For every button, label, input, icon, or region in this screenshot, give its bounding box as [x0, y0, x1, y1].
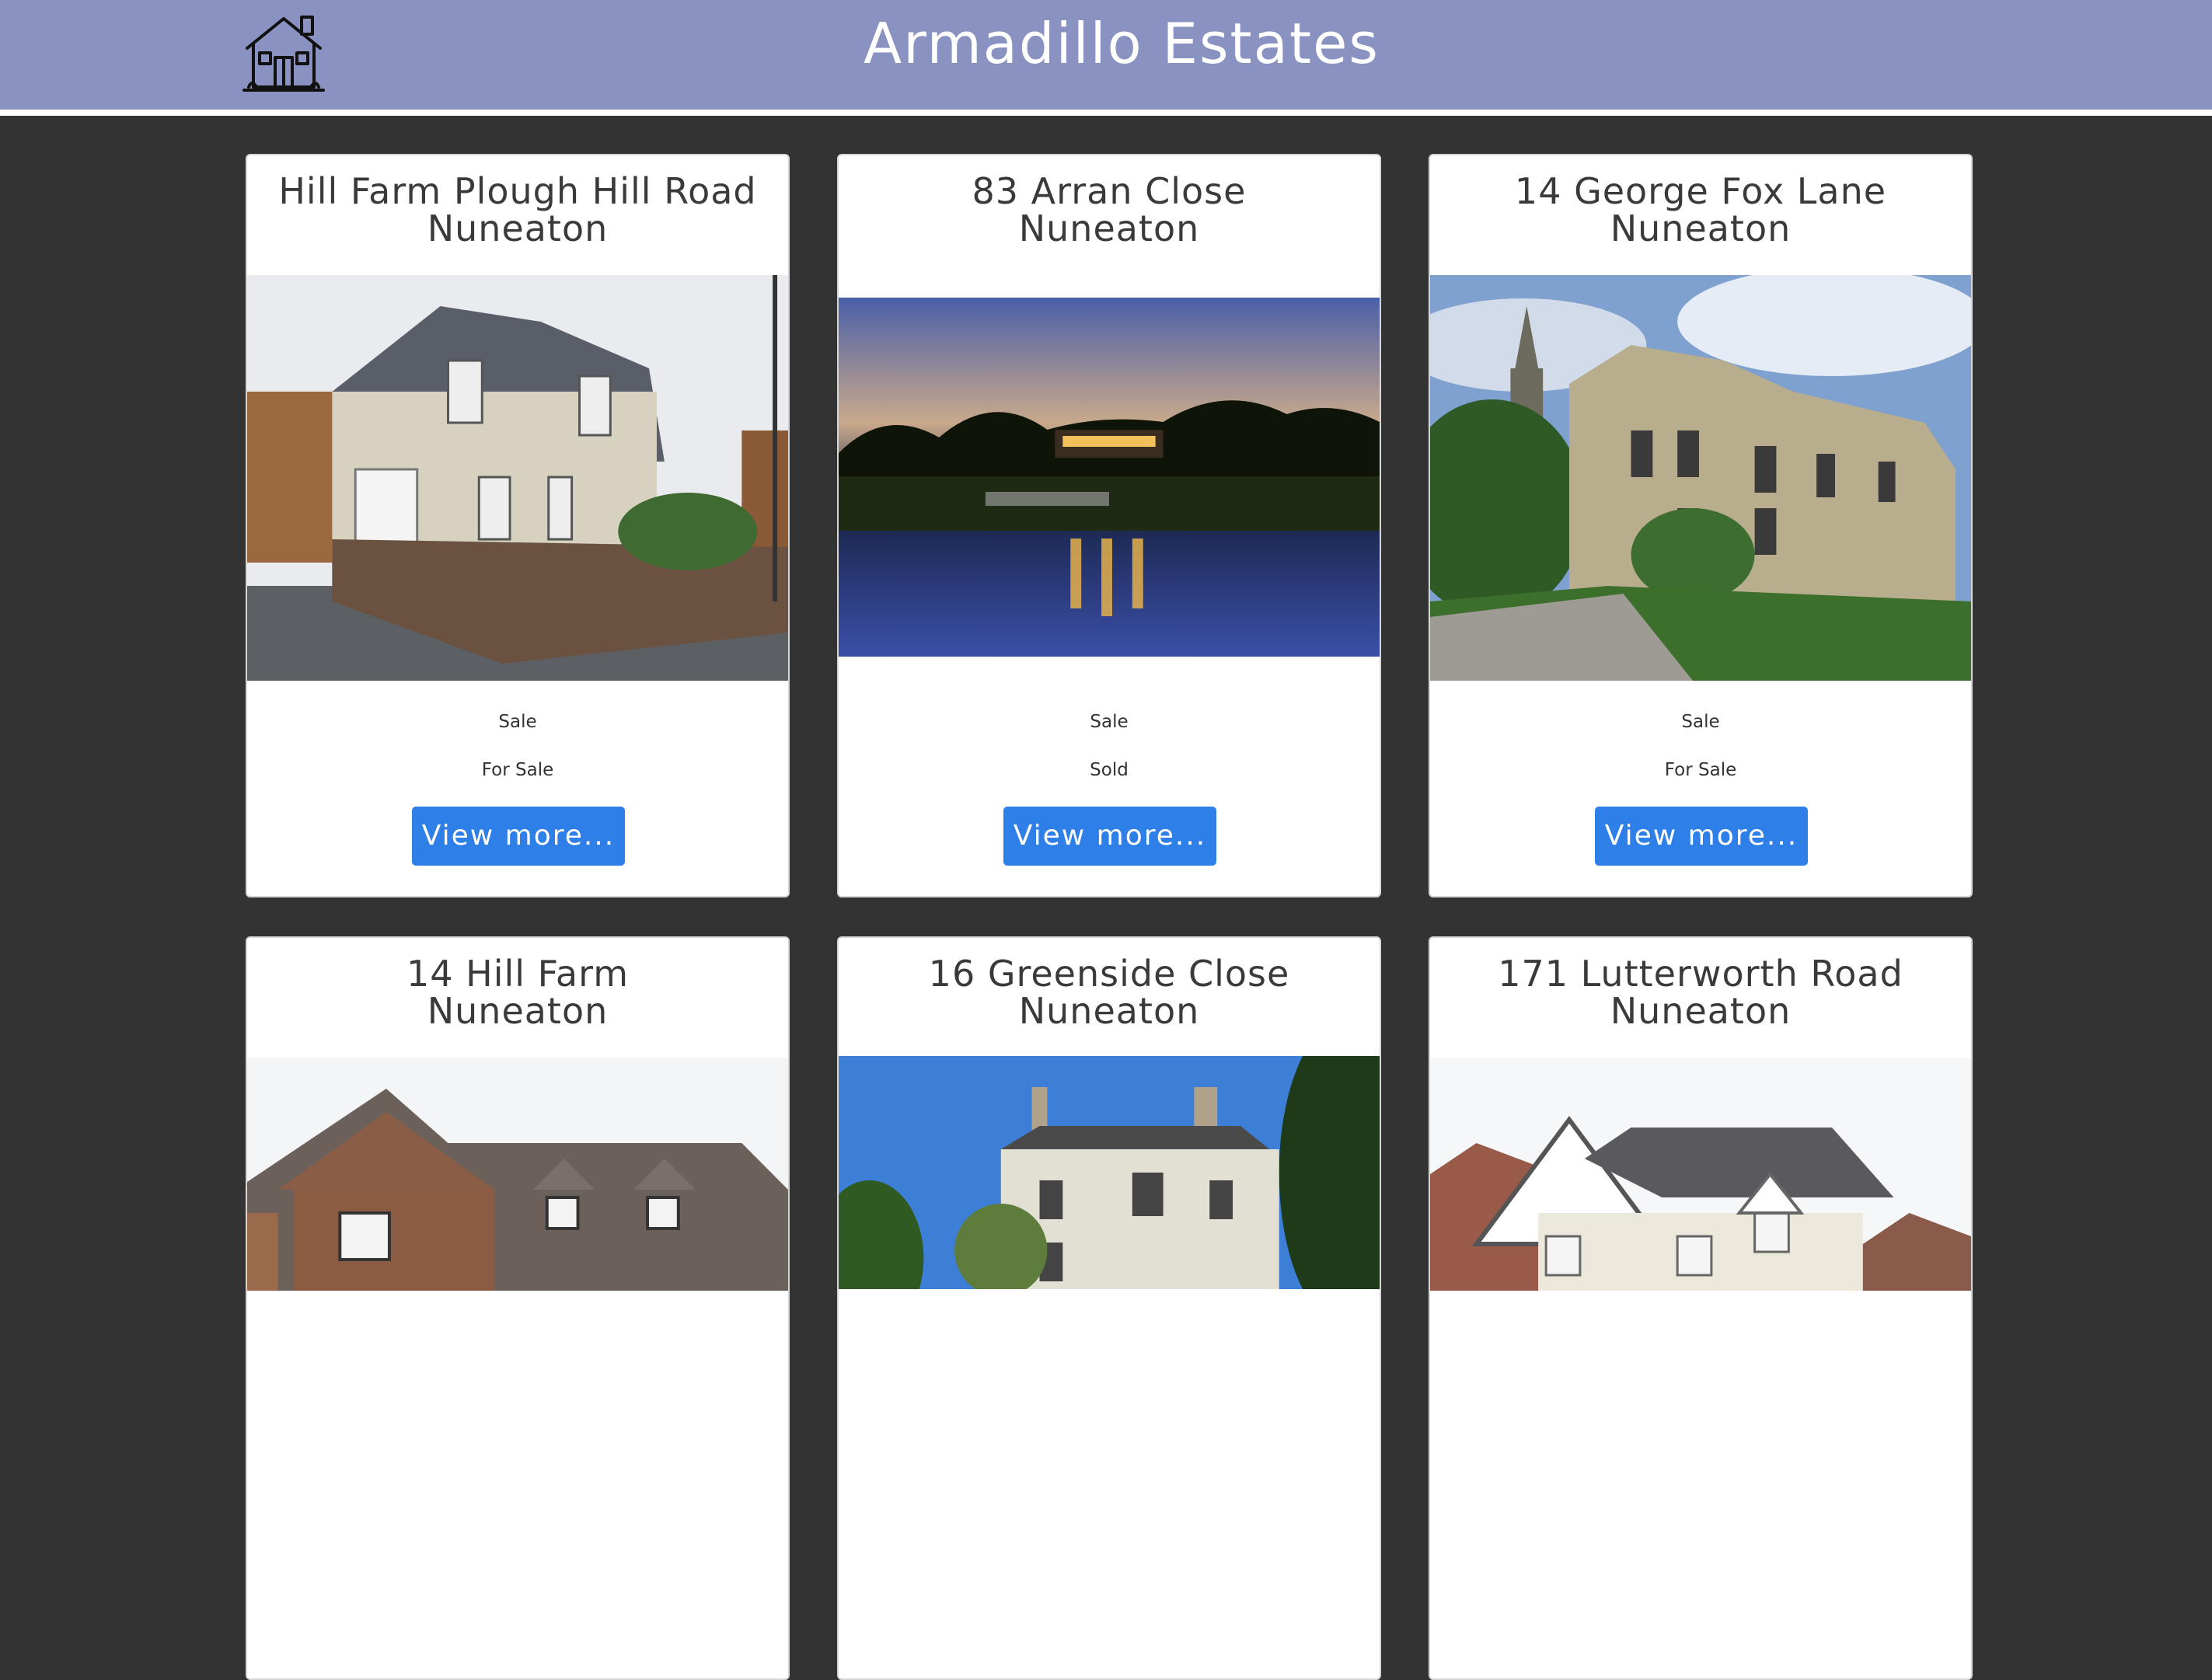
property-photo[interactable] — [247, 275, 788, 681]
property-photo[interactable] — [1430, 275, 1971, 681]
property-card: 83 Arran Close Nuneaton Sale Sold View m… — [837, 154, 1381, 898]
property-address: 14 George Fox Lane Nuneaton — [1430, 173, 1971, 247]
address-town: Nuneaton — [1018, 990, 1200, 1032]
address-town: Nuneaton — [427, 207, 609, 249]
property-card: 16 Greenside Close Nuneaton — [837, 936, 1381, 1680]
property-address: 14 Hill Farm Nuneaton — [247, 955, 788, 1030]
address-town: Nuneaton — [1018, 207, 1200, 249]
site-header: Armadillo Estates — [0, 0, 2212, 116]
property-card: 171 Lutterworth Road Nuneaton — [1429, 936, 1973, 1680]
property-photo[interactable] — [839, 298, 1380, 657]
view-more-button[interactable]: View more... — [1003, 807, 1216, 866]
sale-status: Sold — [1090, 760, 1129, 780]
sale-status: For Sale — [481, 760, 554, 780]
property-photo[interactable] — [839, 1056, 1380, 1289]
property-card: Hill Farm Plough Hill Road Nuneaton Sale… — [246, 154, 790, 898]
property-card: 14 George Fox Lane Nuneaton Sale For Sal… — [1429, 154, 1973, 898]
sale-type: Sale — [1681, 712, 1720, 732]
sale-type: Sale — [498, 712, 537, 732]
property-address: Hill Farm Plough Hill Road Nuneaton — [247, 173, 788, 247]
sale-status: For Sale — [1664, 760, 1737, 780]
sale-type: Sale — [1090, 712, 1129, 732]
view-more-button[interactable]: View more... — [1595, 807, 1808, 866]
property-address: 171 Lutterworth Road Nuneaton — [1430, 955, 1971, 1030]
property-photo[interactable] — [247, 1058, 788, 1291]
address-street: 83 Arran Close — [972, 170, 1247, 212]
address-street: 171 Lutterworth Road — [1498, 953, 1903, 995]
address-street: Hill Farm Plough Hill Road — [278, 170, 757, 212]
address-town: Nuneaton — [1610, 207, 1792, 249]
address-street: 16 Greenside Close — [928, 953, 1290, 995]
address-town: Nuneaton — [1610, 990, 1792, 1032]
view-more-button[interactable]: View more... — [412, 807, 625, 866]
property-card: 14 Hill Farm Nuneaton — [246, 936, 790, 1680]
address-town: Nuneaton — [427, 990, 609, 1032]
property-address: 83 Arran Close Nuneaton — [839, 173, 1380, 247]
site-title: Armadillo Estates — [864, 11, 1380, 76]
property-photo[interactable] — [1430, 1058, 1971, 1291]
address-street: 14 George Fox Lane — [1514, 170, 1887, 212]
property-grid: Hill Farm Plough Hill Road Nuneaton Sale… — [246, 154, 1973, 1680]
address-street: 14 Hill Farm — [406, 953, 630, 995]
property-address: 16 Greenside Close Nuneaton — [839, 955, 1380, 1030]
